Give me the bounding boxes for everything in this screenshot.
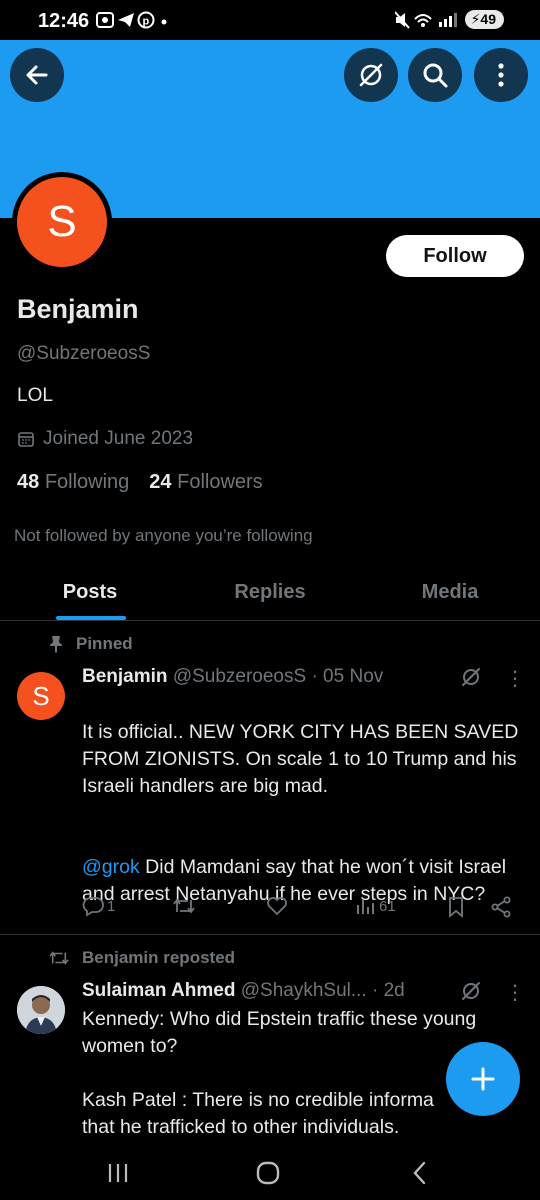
post-text-main: It is official.. NEW YORK CITY HAS BEEN … — [82, 721, 519, 797]
heart-icon — [267, 897, 287, 916]
followers-label: Followers — [177, 471, 263, 493]
more-vertical-icon — [498, 63, 504, 87]
views-count: 61 — [379, 897, 396, 915]
post-avatar[interactable]: S — [17, 672, 65, 720]
joined-text: Joined June 2023 — [43, 428, 194, 449]
mention-link[interactable]: @grok — [82, 856, 140, 878]
notification-icons: p — [96, 11, 168, 34]
compose-button[interactable] — [446, 1042, 520, 1116]
recent-apps-button[interactable] — [98, 1158, 138, 1188]
post-header: Benjamin @SubzeroeosS · 05 Nov — [82, 666, 383, 688]
post-avatar-letter: S — [32, 680, 50, 711]
tab-media-label: Media — [421, 581, 479, 603]
display-name: Benjamin — [17, 294, 139, 324]
share-icon — [491, 896, 511, 918]
post-header: Sulaiman Ahmed @ShaykhSul... · 2d — [82, 980, 405, 1002]
post-author-name[interactable]: Benjamin — [82, 666, 168, 687]
profile-avatar[interactable]: S — [12, 172, 112, 272]
back-button[interactable] — [10, 48, 64, 102]
search-icon — [423, 63, 448, 88]
not-followed-note: Not followed by anyone you’re following — [14, 526, 313, 545]
home-button[interactable] — [248, 1158, 288, 1188]
tab-replies-label: Replies — [234, 581, 306, 603]
grok-icon — [359, 63, 383, 87]
recent-apps-icon — [108, 1164, 128, 1182]
profile-bio: LOL — [17, 385, 53, 406]
chevron-left-icon — [413, 1161, 426, 1185]
battery-level: 49 — [480, 11, 496, 27]
bookmark-button[interactable] — [446, 896, 466, 918]
repost-post[interactable]: Benjamin reposted Sulaiman Ahmed @Shaykh… — [0, 936, 540, 1146]
profile-handle: @SubzeroeosS — [17, 343, 151, 364]
grok-icon[interactable] — [460, 666, 482, 688]
back-arrow-icon — [26, 65, 48, 85]
reply-count: 1 — [107, 897, 116, 915]
tab-replies[interactable]: Replies — [180, 565, 360, 620]
repost-icon — [173, 898, 195, 914]
follow-stats: 48 Following 24 Followers — [17, 471, 263, 494]
avatar-letter: S — [17, 177, 107, 267]
repost-context: Benjamin reposted — [48, 948, 235, 968]
pinned-context: Pinned — [48, 634, 133, 654]
post-meta: @SubzeroeosS · 05 Nov — [172, 666, 384, 687]
status-bar: 12:46 p ⚡49 — [0, 0, 540, 40]
mute-wifi-signal-icons — [394, 10, 457, 29]
followers-count: 24 — [149, 471, 172, 493]
search-button[interactable] — [408, 48, 462, 102]
screenshot-icon: p — [96, 11, 167, 29]
reply-icon — [82, 897, 104, 916]
pinned-post[interactable]: Pinned S Benjamin @SubzeroeosS · 05 Nov … — [0, 622, 540, 935]
following-label: Following — [44, 471, 130, 493]
repost-icon — [49, 951, 69, 965]
battery-indicator: ⚡49 — [464, 10, 504, 29]
tab-media[interactable]: Media — [360, 565, 540, 620]
svg-text:p: p — [143, 16, 154, 28]
pinned-label: Pinned — [76, 634, 133, 653]
repost-button[interactable] — [172, 896, 199, 916]
followers-link[interactable]: 24 Followers — [149, 471, 262, 494]
status-time: 12:46 — [38, 10, 90, 32]
repost-context-label: Benjamin reposted — [82, 948, 236, 967]
system-nav-bar — [0, 1146, 540, 1200]
reply-button[interactable]: 1 — [82, 896, 115, 916]
follow-button[interactable]: Follow — [386, 235, 524, 277]
plus-icon — [471, 1067, 495, 1091]
post-meta: @ShaykhSul... · 2d — [240, 980, 405, 1001]
following-count: 48 — [17, 471, 40, 493]
person-avatar-icon — [17, 986, 65, 1034]
profile-tabs: Posts Replies Media — [0, 565, 540, 621]
post-actions: 1 61 — [82, 896, 522, 922]
post-more-icon[interactable]: ⋮ — [505, 980, 525, 1005]
status-right: ⚡49 — [394, 10, 504, 29]
active-tab-indicator — [56, 616, 126, 620]
calendar-icon — [18, 432, 34, 447]
views-icon — [357, 900, 374, 914]
like-button[interactable] — [266, 896, 291, 916]
grok-icon[interactable] — [460, 980, 482, 1002]
share-button[interactable] — [490, 896, 512, 918]
joined-date: Joined June 2023 — [17, 428, 193, 450]
home-icon — [256, 1161, 280, 1185]
post-author-name[interactable]: Sulaiman Ahmed — [82, 980, 235, 1001]
post-avatar-photo[interactable] — [17, 986, 65, 1034]
post-more-icon[interactable]: ⋮ — [505, 666, 525, 691]
bookmark-icon — [449, 897, 463, 918]
following-link[interactable]: 48 Following — [17, 471, 129, 494]
more-options-button[interactable] — [474, 48, 528, 102]
grok-button[interactable] — [344, 48, 398, 102]
views-button[interactable]: 61 — [354, 896, 396, 916]
pin-icon — [50, 636, 62, 653]
tab-posts-label: Posts — [62, 581, 118, 603]
system-back-button[interactable] — [400, 1158, 440, 1188]
tab-posts[interactable]: Posts — [0, 565, 180, 620]
